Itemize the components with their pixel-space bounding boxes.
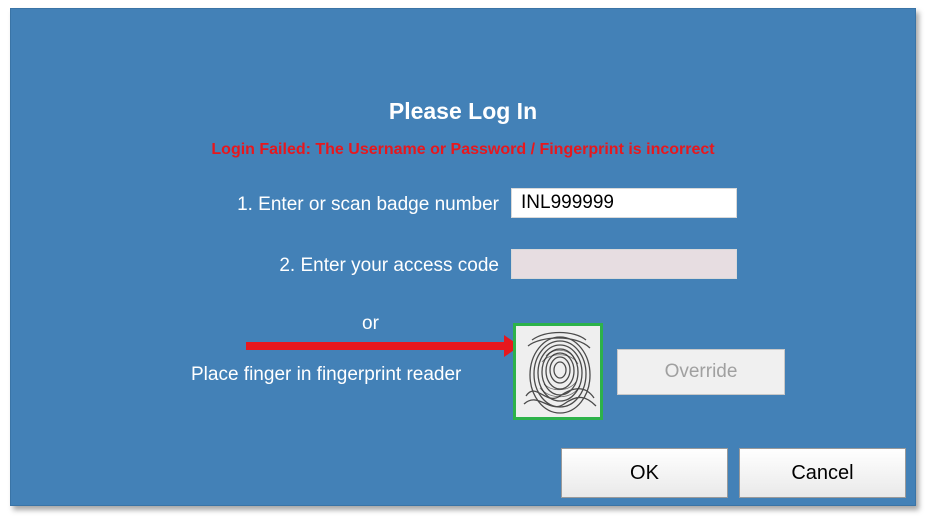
cancel-button[interactable]: Cancel [739,448,906,498]
access-code-label: 2. Enter your access code [279,255,499,276]
override-button[interactable]: Override [617,349,785,395]
access-code-input[interactable] [511,249,737,279]
ok-button[interactable]: OK [561,448,728,498]
fingerprint-label: Place finger in fingerprint reader [191,364,462,385]
error-message: Login Failed: The Username or Password /… [211,141,715,158]
badge-input[interactable] [511,188,737,218]
badge-label: 1. Enter or scan badge number [237,194,499,215]
dialog-title: Please Log In [388,98,538,124]
or-label: or [362,313,379,334]
fingerprint-icon [516,326,600,417]
red-arrow-icon [246,335,520,357]
fingerprint-reader[interactable] [513,323,603,420]
login-dialog: Please Log In Login Failed: The Username… [10,8,916,506]
